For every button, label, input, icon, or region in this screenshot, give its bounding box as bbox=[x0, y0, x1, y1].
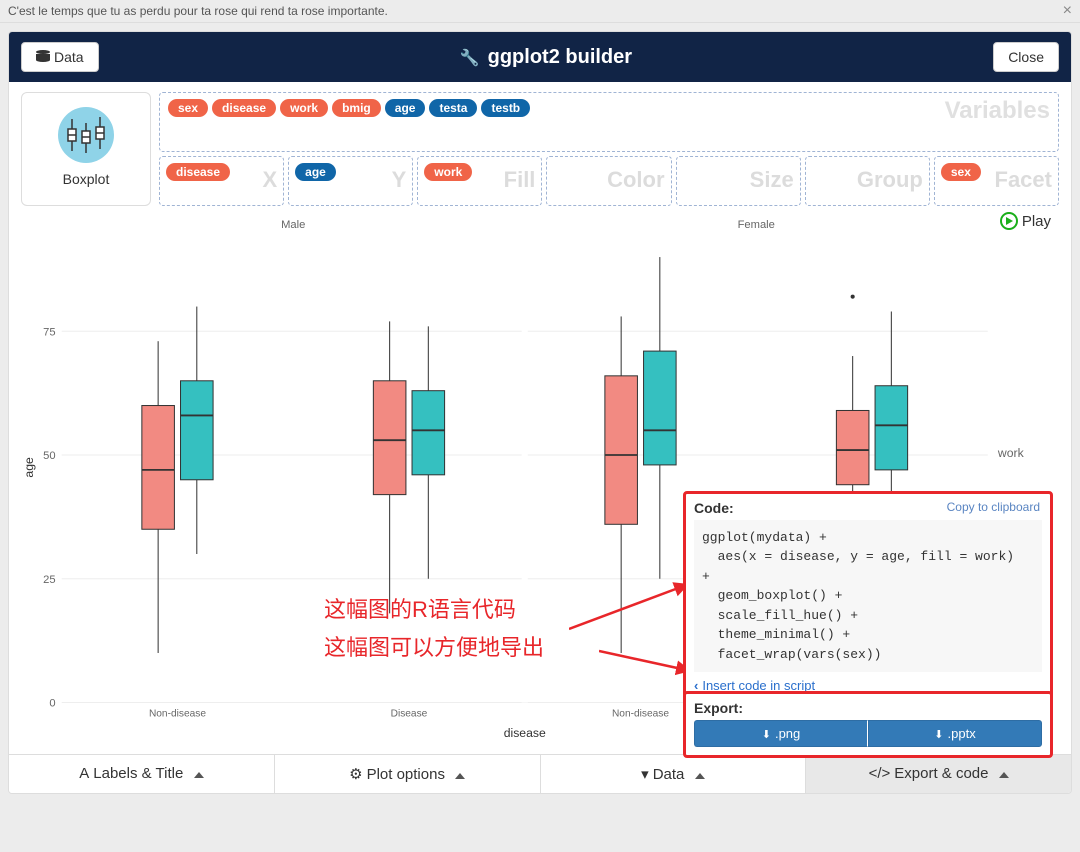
aes-box-group[interactable]: Group bbox=[805, 156, 930, 206]
export-title: Export: bbox=[694, 700, 1042, 716]
svg-text:disease: disease bbox=[504, 726, 546, 740]
svg-text:age: age bbox=[22, 457, 36, 478]
variable-pill-testb[interactable]: testb bbox=[481, 99, 530, 117]
export-png-button[interactable]: .png bbox=[694, 720, 868, 747]
aes-label: Facet bbox=[995, 167, 1052, 193]
tab-data[interactable]: ▾Data bbox=[541, 755, 807, 793]
download-icon bbox=[762, 726, 775, 741]
code-icon: </> bbox=[869, 765, 891, 782]
play-button[interactable]: Play bbox=[1000, 212, 1051, 230]
filter-icon: ▾ bbox=[641, 766, 649, 783]
close-icon[interactable]: × bbox=[1063, 2, 1072, 20]
aes-box-fill[interactable]: Fill work bbox=[417, 156, 542, 206]
svg-text:Non-disease: Non-disease bbox=[149, 709, 206, 720]
aes-label: Y bbox=[392, 167, 407, 193]
aes-pill-disease[interactable]: disease bbox=[166, 163, 230, 181]
svg-text:Non-disease: Non-disease bbox=[612, 709, 669, 720]
variable-pill-sex[interactable]: sex bbox=[168, 99, 208, 117]
font-icon: A bbox=[79, 765, 89, 782]
aes-label: Size bbox=[750, 167, 794, 193]
export-panel: Export: .png .pptx bbox=[683, 691, 1053, 758]
svg-text:Disease: Disease bbox=[391, 709, 428, 720]
aes-box-y[interactable]: Yage bbox=[288, 156, 413, 206]
data-button[interactable]: Data bbox=[21, 42, 99, 72]
variable-pill-testa[interactable]: testa bbox=[429, 99, 477, 117]
close-button[interactable]: Close bbox=[993, 42, 1059, 72]
svg-text:0: 0 bbox=[49, 698, 55, 710]
variable-pill-bmig[interactable]: bmig bbox=[332, 99, 381, 117]
code-block[interactable]: ggplot(mydata) + aes(x = disease, y = ag… bbox=[694, 520, 1042, 673]
app-title: ggplot2 builder bbox=[460, 46, 632, 69]
svg-text:75: 75 bbox=[43, 326, 55, 338]
boxplot-icon bbox=[56, 105, 116, 165]
aes-label: Group bbox=[857, 167, 923, 193]
aes-pill-age[interactable]: age bbox=[295, 163, 336, 181]
plot-type-card[interactable]: Boxplot bbox=[21, 92, 151, 206]
variable-pill-age[interactable]: age bbox=[385, 99, 426, 117]
chart-area: Play 0 25 50 75 age Male Non-disease Disease Fem… bbox=[9, 210, 1071, 754]
main-panel: Data ggplot2 builder Close Boxplot Varia… bbox=[8, 31, 1072, 794]
copy-to-clipboard-link[interactable]: Copy to clipboard bbox=[947, 500, 1040, 514]
aes-pill-work[interactable]: work bbox=[424, 163, 472, 181]
arrow-1 bbox=[569, 574, 699, 644]
svg-text:Male: Male bbox=[281, 219, 305, 231]
annotation-2: 这幅图可以方便地导出 bbox=[324, 630, 544, 662]
gear-icon: ⚙ bbox=[349, 766, 362, 783]
variables-pool[interactable]: Variables sexdiseaseworkbmigagetestatest… bbox=[159, 92, 1059, 152]
header-bar: Data ggplot2 builder Close bbox=[9, 32, 1071, 82]
aes-box-color[interactable]: Color bbox=[546, 156, 671, 206]
aes-label: Fill bbox=[504, 167, 536, 193]
svg-text:50: 50 bbox=[43, 450, 55, 462]
svg-text:25: 25 bbox=[43, 574, 55, 586]
aes-label: X bbox=[262, 167, 277, 193]
tab-export-code[interactable]: </>Export & code bbox=[806, 755, 1071, 793]
aes-box-size[interactable]: Size bbox=[676, 156, 801, 206]
quote-bar: C'est le temps que tu as perdu pour ta r… bbox=[0, 0, 1080, 23]
quote-text: C'est le temps que tu as perdu pour ta r… bbox=[8, 4, 388, 18]
aes-label: Color bbox=[607, 167, 664, 193]
wrench-icon bbox=[460, 46, 480, 69]
tab-plot-options[interactable]: ⚙Plot options bbox=[275, 755, 541, 793]
download-icon bbox=[934, 726, 947, 741]
code-panel: Copy to clipboard Code: ggplot(mydata) +… bbox=[683, 491, 1053, 705]
plot-type-label: Boxplot bbox=[26, 171, 146, 187]
annotation-1: 这幅图的R语言代码 bbox=[324, 592, 516, 624]
variable-pill-disease[interactable]: disease bbox=[212, 99, 276, 117]
export-pptx-button[interactable]: .pptx bbox=[868, 720, 1042, 747]
tab-labels-title[interactable]: ALabels & Title bbox=[9, 755, 275, 793]
aes-box-facet[interactable]: Facet sex bbox=[934, 156, 1059, 206]
variables-watermark: Variables bbox=[945, 97, 1050, 125]
aes-box-x[interactable]: Xdisease bbox=[159, 156, 284, 206]
play-icon bbox=[1000, 212, 1018, 230]
bottom-tabs: ALabels & Title ⚙Plot options ▾Data </>E… bbox=[9, 754, 1071, 793]
svg-text:work: work bbox=[997, 446, 1025, 460]
aes-pill-sex[interactable]: sex bbox=[941, 163, 981, 181]
svg-text:Female: Female bbox=[738, 219, 775, 231]
database-icon bbox=[36, 50, 50, 62]
variable-pill-work[interactable]: work bbox=[280, 99, 328, 117]
